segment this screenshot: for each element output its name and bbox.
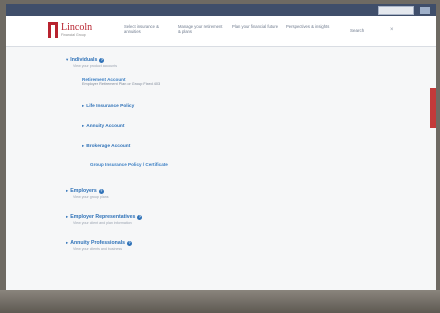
brokerage-account: ▸ Brokerage Account bbox=[82, 143, 130, 149]
retirement-account: Retirement Account Employer Retirement P… bbox=[82, 77, 160, 86]
annuity-account-label: Annuity Account bbox=[86, 123, 125, 129]
help-icon[interactable]: ? bbox=[99, 57, 105, 63]
login-chooser: ▾ Individuals ? View your product accoun… bbox=[6, 47, 436, 290]
employers-label: Employers bbox=[70, 188, 97, 194]
chevron-right-icon: ▸ bbox=[66, 188, 69, 193]
chevron-right-icon: ▸ bbox=[82, 143, 85, 148]
annuity-professionals-subtitle: View your clients and business bbox=[73, 247, 123, 251]
section-individuals-title[interactable]: ▾ Individuals ? bbox=[66, 57, 117, 63]
nav-item-retirement[interactable]: Manage your retirement & plans bbox=[178, 24, 232, 35]
logo-text: Lincoln Financial Group bbox=[61, 21, 93, 38]
browser-screen: Lincoln Financial Group Select insurance… bbox=[6, 4, 436, 290]
main-nav: Select insurance & annuities Manage your… bbox=[124, 24, 340, 35]
chevron-down-icon: ▾ bbox=[66, 57, 69, 62]
nav-item-plan-future[interactable]: Plan your financial future bbox=[232, 24, 286, 35]
employers-subtitle: View your group plans bbox=[73, 195, 109, 199]
feedback-tab[interactable] bbox=[430, 88, 436, 128]
life-insurance-toggle[interactable]: ▸ Life Insurance Policy bbox=[82, 103, 134, 109]
retirement-account-desc: Employer Retirement Plan or Group Fixed … bbox=[82, 82, 161, 86]
life-insurance-label: Life Insurance Policy bbox=[86, 103, 135, 109]
section-annuity-professionals: ▸ Annuity Professionals ? View your clie… bbox=[66, 240, 133, 251]
section-employer-reps-title[interactable]: ▸ Employer Representatives ? bbox=[66, 214, 143, 220]
life-insurance: ▸ Life Insurance Policy bbox=[82, 103, 134, 109]
monitor-bezel bbox=[0, 290, 440, 313]
group-insurance: Group Insurance Policy / Certificate bbox=[90, 162, 168, 167]
section-employers: ▸ Employers ? View your group plans bbox=[66, 188, 109, 199]
top-search-input[interactable] bbox=[378, 5, 414, 15]
section-individuals: ▾ Individuals ? View your product accoun… bbox=[66, 57, 117, 68]
section-employer-reps: ▸ Employer Representatives ? View your c… bbox=[66, 214, 143, 225]
nav-search-link[interactable]: Search bbox=[350, 28, 364, 33]
annuity-account: ▸ Annuity Account bbox=[82, 123, 124, 129]
individuals-label: Individuals bbox=[70, 57, 98, 63]
lincoln-logo-icon bbox=[48, 22, 58, 38]
chevron-right-icon: ▸ bbox=[82, 103, 85, 108]
brokerage-account-label: Brokerage Account bbox=[86, 143, 131, 149]
section-employers-title[interactable]: ▸ Employers ? bbox=[66, 188, 109, 194]
help-icon[interactable]: ? bbox=[98, 188, 104, 194]
brokerage-account-toggle[interactable]: ▸ Brokerage Account bbox=[82, 143, 130, 149]
top-search-button[interactable] bbox=[420, 6, 430, 14]
group-insurance-link[interactable]: Group Insurance Policy / Certificate bbox=[90, 162, 168, 167]
lincoln-logo[interactable]: Lincoln Financial Group bbox=[48, 22, 92, 38]
section-annuity-professionals-title[interactable]: ▸ Annuity Professionals ? bbox=[66, 240, 133, 246]
logo-name: Lincoln bbox=[61, 21, 93, 33]
help-icon[interactable]: ? bbox=[127, 240, 133, 246]
nav-item-insurance[interactable]: Select insurance & annuities bbox=[124, 24, 178, 35]
site-header: Lincoln Financial Group Select insurance… bbox=[6, 16, 436, 47]
utility-bar bbox=[6, 4, 436, 16]
chevron-right-icon: ▸ bbox=[66, 240, 69, 245]
chevron-right-icon: ▸ bbox=[66, 214, 69, 219]
annuity-account-toggle[interactable]: ▸ Annuity Account bbox=[82, 123, 124, 129]
individuals-subtitle: View your product accounts bbox=[73, 64, 118, 68]
logo-subtitle: Financial Group bbox=[61, 32, 86, 37]
employer-reps-subtitle: View your client and plan information bbox=[73, 221, 132, 225]
nav-item-perspectives[interactable]: Perspectives & insights bbox=[286, 24, 340, 35]
employer-reps-label: Employer Representatives bbox=[70, 214, 136, 220]
close-icon[interactable]: × bbox=[390, 27, 394, 33]
annuity-professionals-label: Annuity Professionals bbox=[70, 240, 126, 246]
chevron-right-icon: ▸ bbox=[82, 123, 85, 128]
help-icon[interactable]: ? bbox=[137, 214, 143, 220]
